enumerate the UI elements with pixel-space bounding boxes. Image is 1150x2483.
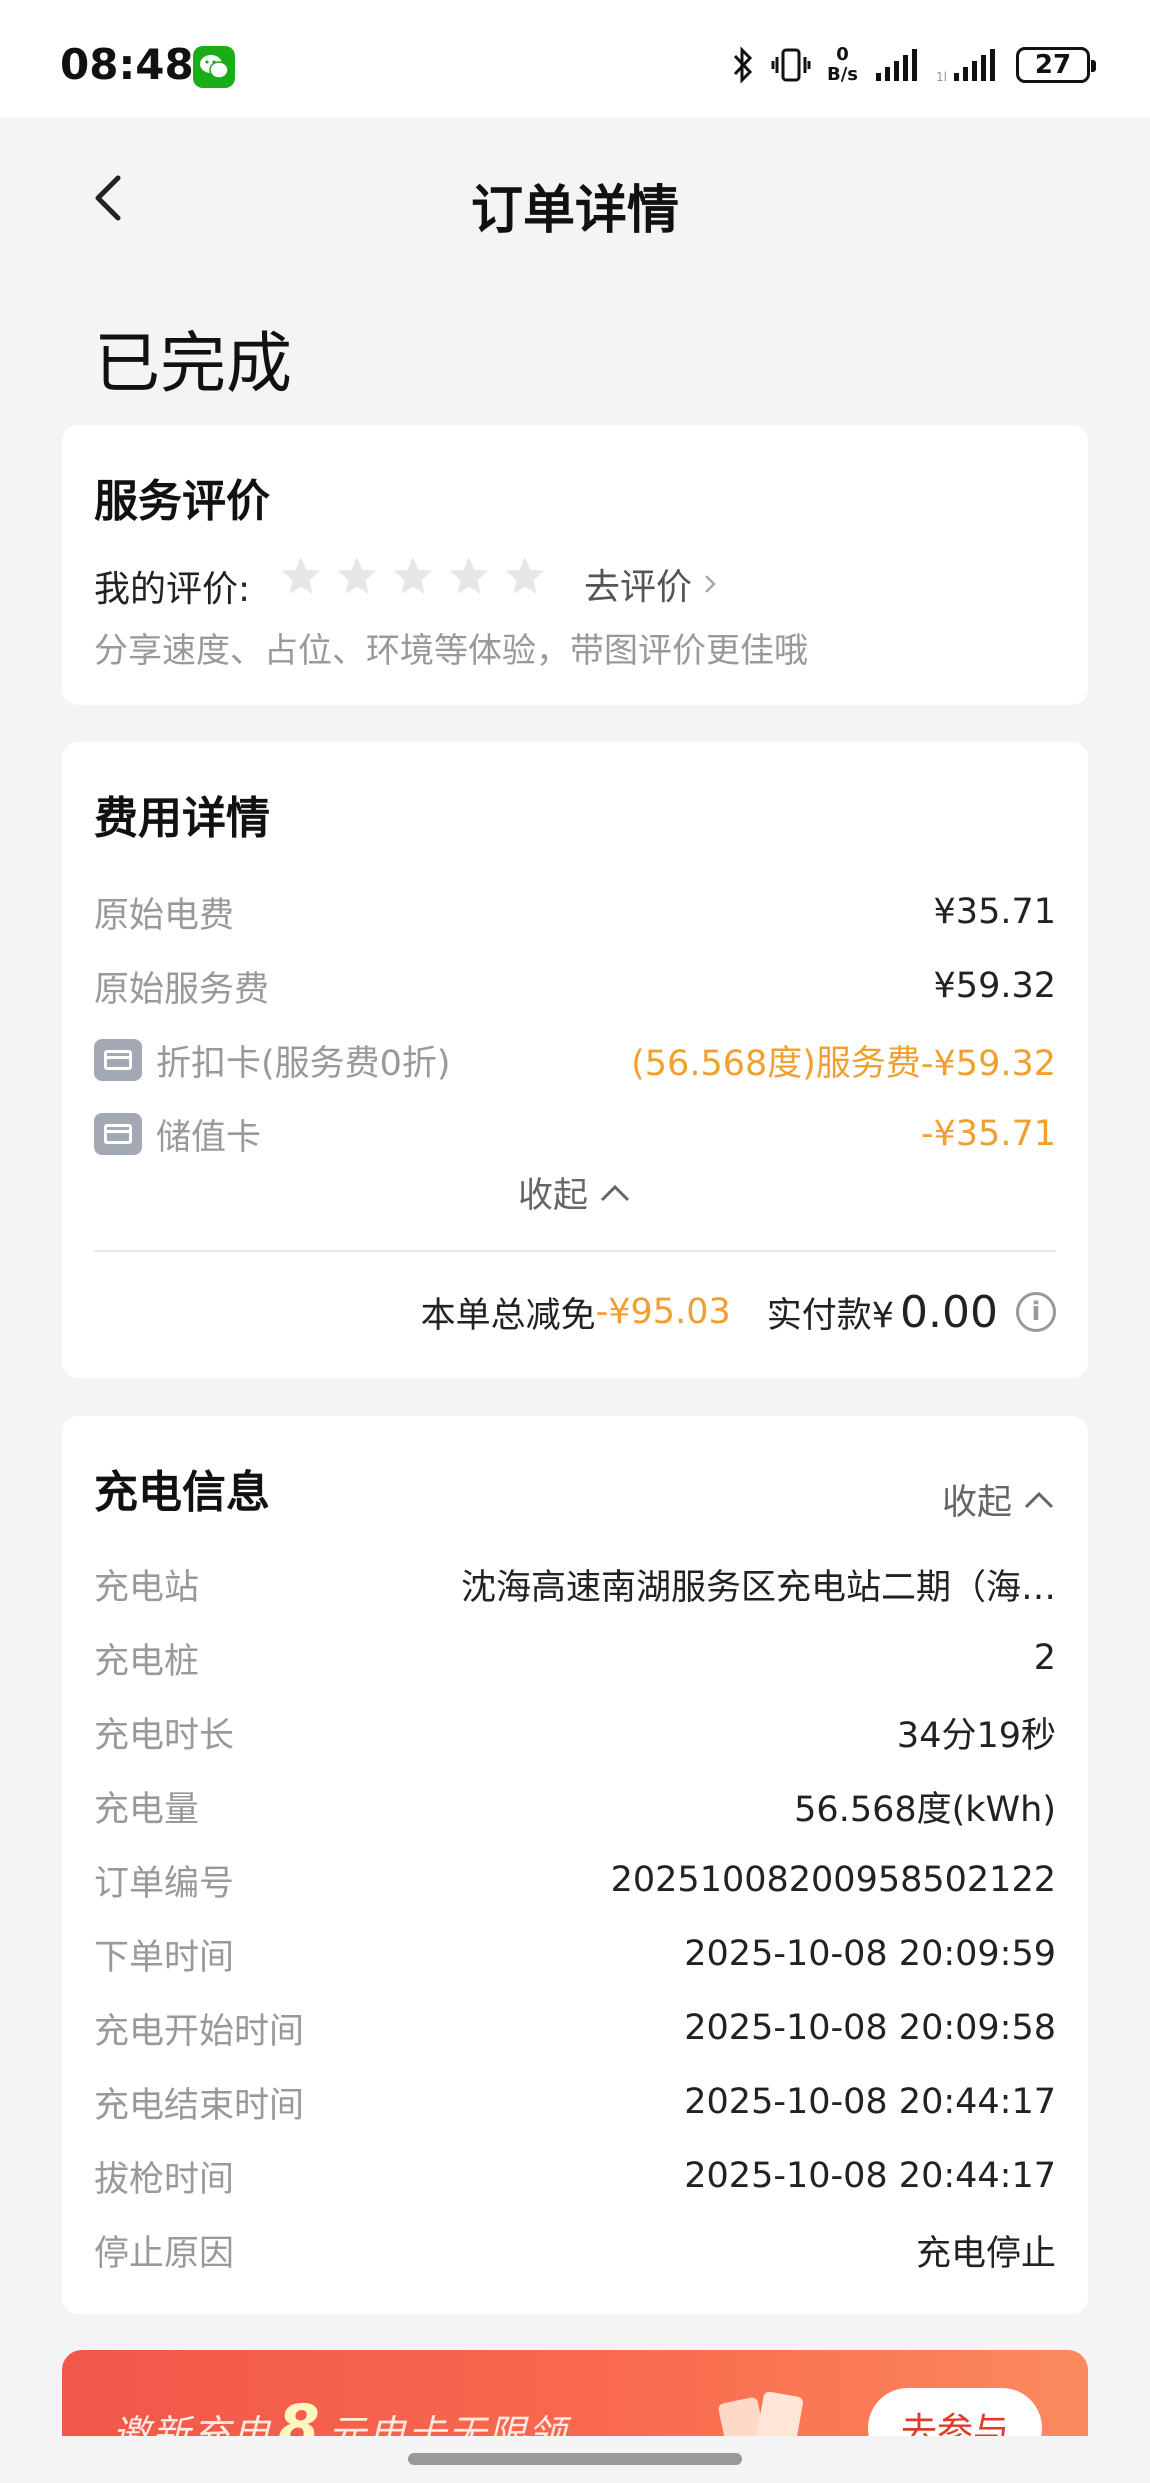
charging-row-label: 充电站: [94, 1567, 200, 1608]
star-icon[interactable]: [448, 555, 490, 597]
fee-row: 储值卡 -¥35.71: [94, 1109, 1056, 1159]
charging-row: 停止原因 充电停止: [94, 2225, 1056, 2275]
fee-row-label: 储值卡: [156, 1117, 262, 1158]
charging-row: 下单时间 2025-10-08 20:09:59: [94, 1929, 1056, 1979]
card-icon: [94, 1039, 142, 1081]
network-speed-value: 0: [836, 44, 849, 65]
fee-row-value: -¥35.71: [920, 1114, 1056, 1154]
review-title: 服务评价: [94, 476, 270, 527]
my-rating-label: 我的评价:: [94, 569, 251, 610]
vibrate-icon: [771, 48, 811, 82]
charging-row-label: 充电时长: [94, 1715, 235, 1756]
charging-row: 充电量 56.568度(kWh): [94, 1781, 1056, 1831]
total-discount-value: -¥95.03: [595, 1292, 731, 1332]
fee-row-label: 原始服务费: [94, 969, 270, 1010]
signal-icon: [876, 49, 917, 81]
fee-row-value: ¥59.32: [933, 966, 1056, 1006]
stored-card-label-wrap: 储值卡: [94, 1109, 261, 1160]
status-bar: 08:48 0 B/s 1l 27: [0, 0, 1150, 118]
fee-row: 折扣卡(服务费0折) (56.568度)服务费-¥59.32: [94, 1035, 1056, 1085]
charging-row-value: 2: [1033, 1638, 1056, 1678]
paid-label: 实付款¥: [766, 1295, 895, 1336]
signal-icon: 1l: [936, 49, 995, 83]
chevron-right-icon: [705, 575, 716, 593]
svg-text:1l: 1l: [936, 70, 947, 83]
charging-row-label: 停止原因: [94, 2233, 235, 2274]
go-review-link[interactable]: 去评价: [584, 558, 720, 610]
battery-indicator: 27: [1016, 47, 1096, 83]
go-review-label: 去评价: [584, 567, 693, 608]
divider: [94, 1250, 1056, 1252]
charging-row-label: 充电开始时间: [94, 2011, 305, 2052]
charging-row-label: 充电量: [94, 1789, 200, 1830]
fee-row-label: 原始电费: [94, 895, 235, 936]
fee-row-value: (56.568度)服务费-¥59.32: [631, 1043, 1056, 1084]
fee-row: 原始服务费 ¥59.32: [94, 961, 1056, 1011]
star-icon[interactable]: [504, 555, 546, 597]
home-indicator[interactable]: [408, 2453, 742, 2465]
charging-row: 充电桩 2: [94, 1633, 1056, 1683]
charging-row-value: 充电停止: [915, 2233, 1056, 2274]
charging-row: 充电开始时间 2025-10-08 20:09:58: [94, 2003, 1056, 2053]
fee-row-value: ¥35.71: [933, 892, 1056, 932]
charging-row-label: 下单时间: [94, 1937, 235, 1978]
charging-row-label: 充电桩: [94, 1641, 200, 1682]
star-icon[interactable]: [392, 555, 434, 597]
fee-row-label: 折扣卡(服务费0折): [156, 1043, 451, 1084]
discount-card-label-wrap: 折扣卡(服务费0折): [94, 1035, 451, 1086]
chevron-up-icon: [600, 1184, 630, 1201]
charging-row-value: 2025-10-08 20:44:17: [684, 2082, 1056, 2122]
chevron-up-icon: [1024, 1491, 1054, 1508]
charging-row-value: 2025-10-08 20:44:17: [684, 2156, 1056, 2196]
total-discount-label: 本单总减免: [420, 1295, 596, 1336]
bluetooth-icon: [733, 46, 753, 84]
network-speed-unit: B/s: [826, 64, 858, 85]
header: 订单详情: [0, 118, 1150, 278]
charging-row: 订单编号 20251008200958502122: [94, 1855, 1056, 1905]
wechat-icon: [193, 46, 235, 88]
review-card: 服务评价 我的评价: 去评价 分享速度、占位、环境等体验，带图评价更佳哦: [62, 425, 1088, 705]
total-row: 本单总减免 -¥95.03 实付款¥ 0.00 i: [421, 1282, 1056, 1342]
charging-row-label: 拔枪时间: [94, 2159, 235, 2200]
charging-info-card: 充电信息 收起 充电站 沈海高速南湖服务区充电站二期（海… 充电桩 2 充电时长…: [62, 1416, 1088, 2314]
charging-row-value: 20251008200958502122: [610, 1860, 1056, 1900]
battery-level: 27: [1034, 50, 1072, 80]
charging-row-value: 2025-10-08 20:09:59: [684, 1934, 1056, 1974]
status-time: 08:48: [60, 40, 194, 89]
charging-row: 充电时长 34分19秒: [94, 1707, 1056, 1757]
order-status: 已完成: [94, 325, 292, 402]
status-icons: 0 B/s 1l 27: [731, 40, 1096, 90]
paid-amount: 0.00: [900, 1286, 998, 1338]
review-hint: 分享速度、占位、环境等体验，带图评价更佳哦: [94, 631, 808, 671]
collapse-label: 收起: [517, 1176, 588, 1216]
charging-row: 充电站 沈海高速南湖服务区充电站二期（海…: [94, 1559, 1056, 1609]
charging-row-value: 56.568度(kWh): [794, 1789, 1056, 1830]
fee-row: 原始电费 ¥35.71: [94, 887, 1056, 937]
page-title: 订单详情: [470, 181, 679, 241]
collapse-charging-button[interactable]: 收起: [942, 1474, 1056, 1525]
collapse-label: 收起: [941, 1483, 1012, 1523]
network-speed: 0 B/s: [827, 45, 858, 85]
card-icon: [94, 1113, 142, 1155]
charging-row-value: 2025-10-08 20:09:58: [684, 2008, 1056, 2048]
charging-row-label: 订单编号: [94, 1863, 235, 1904]
fee-detail-title: 费用详情: [94, 793, 270, 844]
charging-row-value: 沈海高速南湖服务区充电站二期（海…: [460, 1567, 1056, 1608]
rating-stars[interactable]: [280, 555, 546, 597]
charging-row-value: 34分19秒: [896, 1715, 1056, 1756]
charging-info-title: 充电信息: [94, 1467, 270, 1518]
info-icon[interactable]: i: [1016, 1292, 1056, 1332]
star-icon[interactable]: [336, 555, 378, 597]
fee-detail-card: 费用详情 原始电费 ¥35.71 原始服务费 ¥59.32 折扣卡(服务费0折)…: [62, 742, 1088, 1378]
charging-row: 拔枪时间 2025-10-08 20:44:17: [94, 2151, 1056, 2201]
star-icon[interactable]: [280, 555, 322, 597]
collapse-fee-button[interactable]: 收起: [62, 1167, 1088, 1218]
charging-row: 充电结束时间 2025-10-08 20:44:17: [94, 2077, 1056, 2127]
charging-row-label: 充电结束时间: [94, 2085, 305, 2126]
